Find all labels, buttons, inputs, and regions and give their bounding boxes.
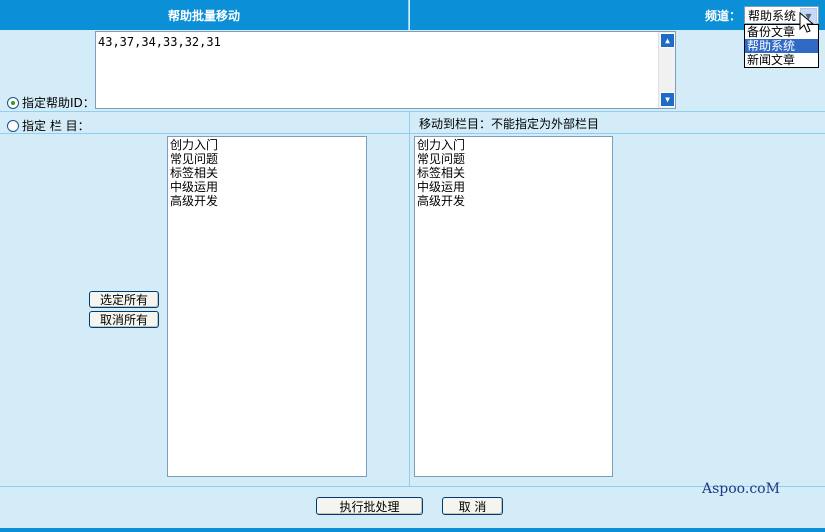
- channel-label: 频道：: [704, 8, 741, 23]
- select-all-button[interactable]: 选定所有: [89, 291, 159, 308]
- source-column-item[interactable]: 标签相关: [170, 166, 364, 180]
- source-column-list[interactable]: 创力入门 常见问题 标签相关 中级运用 高级开发: [167, 136, 367, 477]
- cancel-button[interactable]: 取 消: [442, 497, 503, 515]
- target-column-item[interactable]: 高级开发: [417, 194, 610, 208]
- ids-option[interactable]: 指定帮助ID：: [7, 94, 95, 111]
- scroll-up-icon[interactable]: ▲: [660, 33, 675, 48]
- brand-logo-text: Aspoo.coM: [702, 481, 780, 497]
- channel-option[interactable]: 新闻文章: [745, 53, 818, 67]
- ids-scrollbar[interactable]: ▲ ▼: [658, 32, 675, 108]
- target-column-item[interactable]: 中级运用: [417, 180, 610, 194]
- column-divider: [409, 111, 410, 486]
- target-column-list[interactable]: 创力入门 常见问题 标签相关 中级运用 高级开发: [414, 136, 613, 477]
- column-radio[interactable]: [7, 119, 19, 132]
- page-title: 帮助批量移动: [167, 8, 240, 23]
- column-label: 指定 栏 目：: [22, 119, 90, 133]
- bottom-bar: [0, 528, 825, 532]
- cursor-icon: [799, 12, 815, 33]
- channel-option[interactable]: 帮助系统: [745, 39, 818, 53]
- ids-textarea[interactable]: 43,37,34,33,32,31 ▲ ▼: [95, 31, 676, 109]
- ids-radio[interactable]: [7, 96, 19, 109]
- execute-button[interactable]: 执行批处理: [316, 497, 423, 515]
- target-column-item[interactable]: 标签相关: [417, 166, 610, 180]
- target-label: 移动到栏目：不能指定为外部栏目: [419, 117, 600, 131]
- channel-select-value: 帮助系统: [748, 8, 797, 23]
- source-column-item[interactable]: 高级开发: [170, 194, 364, 208]
- ids-label: 指定帮助ID：: [22, 96, 95, 110]
- scroll-down-icon[interactable]: ▼: [660, 92, 675, 107]
- page-header: 帮助批量移动: [0, 0, 409, 30]
- target-column-item[interactable]: 创力入门: [417, 138, 610, 152]
- ids-value: 43,37,34,33,32,31: [98, 35, 221, 49]
- source-column-item[interactable]: 创力入门: [170, 138, 364, 152]
- deselect-all-button[interactable]: 取消所有: [89, 311, 159, 328]
- target-column-item[interactable]: 常见问题: [417, 152, 610, 166]
- row-divider: [0, 111, 825, 112]
- source-column-item[interactable]: 常见问题: [170, 152, 364, 166]
- source-column-item[interactable]: 中级运用: [170, 180, 364, 194]
- column-option[interactable]: 指定 栏 目：: [7, 117, 90, 134]
- row-divider: [0, 133, 825, 134]
